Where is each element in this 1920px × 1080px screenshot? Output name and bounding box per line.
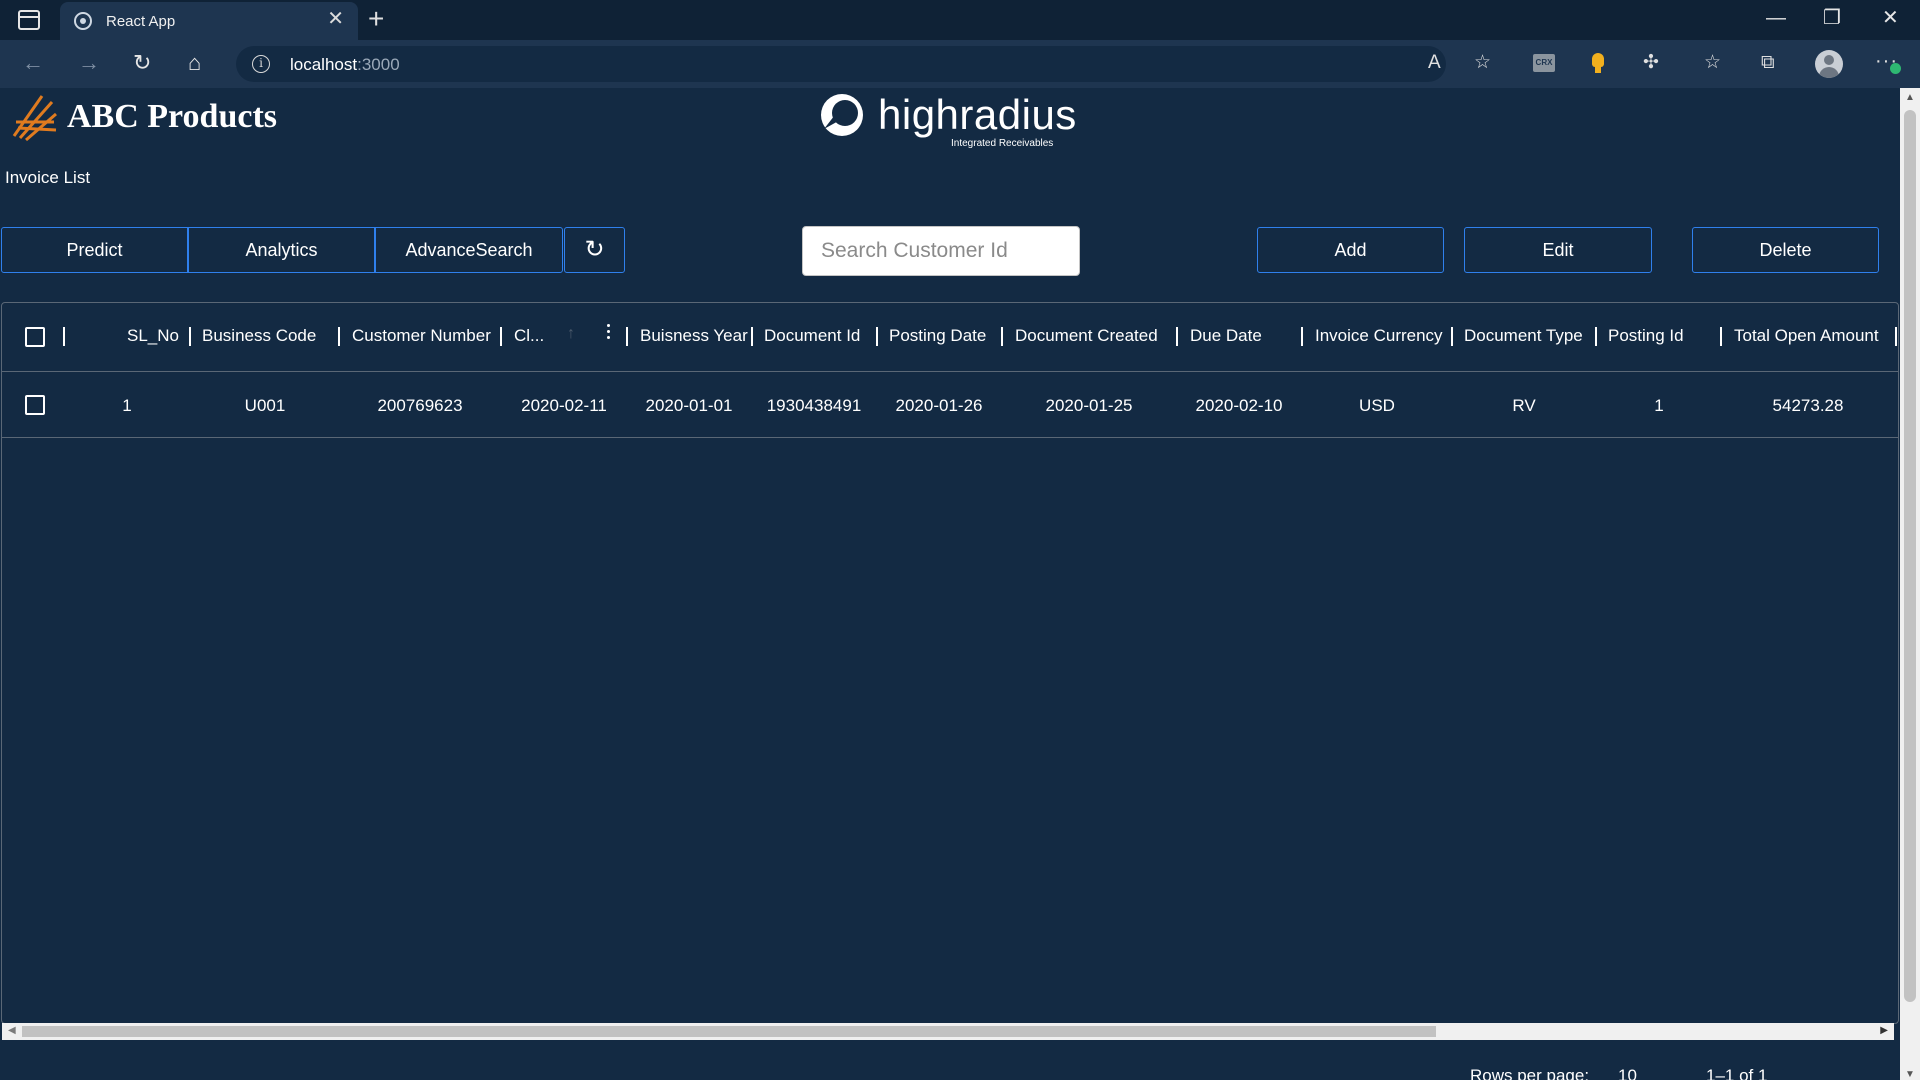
column-separator[interactable] [1451,327,1453,346]
reload-icon[interactable]: ↻ [133,50,151,76]
column-separator[interactable] [626,327,628,346]
add-button[interactable]: Add [1257,227,1444,273]
close-tab-icon[interactable]: ✕ [327,9,344,29]
cell-due-date: 2020-02-10 [1195,396,1283,415]
column-separator[interactable] [189,327,191,346]
back-icon[interactable]: ← [22,50,44,76]
cell-document-id: 1930438491 [766,396,862,415]
tab-title: React App [106,13,176,30]
column-header-clear-date[interactable]: Cl... [514,326,544,346]
delete-button[interactable]: Delete [1692,227,1879,273]
cell-customer-number: 200769623 [377,396,463,415]
vertical-scrollbar[interactable]: ▲ ▼ [1900,88,1920,1080]
rows-per-page-label: Rows per page: [1470,1066,1590,1080]
column-header-business-code[interactable]: Business Code [202,326,316,346]
refresh-icon: ↻ [584,236,605,263]
address-bar[interactable]: i localhost:3000 [236,46,1446,82]
column-header-customer-number[interactable]: Customer Number [352,326,491,346]
column-separator[interactable] [1895,327,1897,346]
extensions-puzzle-icon[interactable]: ✣ [1643,51,1659,75]
update-badge-icon [1890,63,1901,74]
cell-total-open-amount: 54273.28 [1772,396,1844,415]
column-header-document-type[interactable]: Document Type [1464,326,1583,346]
home-icon[interactable]: ⌂ [188,50,201,76]
column-header-document-id[interactable]: Document Id [764,326,860,346]
invoice-grid: SL_No Business Code Customer Number Cl..… [1,302,1899,1024]
scroll-up-icon[interactable]: ▲ [1905,92,1915,103]
rows-per-page-select[interactable]: 10 [1618,1066,1637,1080]
column-separator[interactable] [1301,327,1303,346]
tab-actions-icon[interactable] [18,10,40,30]
favorite-add-icon[interactable]: ☆ [1474,51,1491,75]
cell-clear-date: 2020-02-11 [521,396,607,415]
column-header-sl-no[interactable]: SL_No [127,326,179,346]
browser-titlebar: React App ✕ + — ❐ ✕ [0,0,1920,40]
read-aloud-icon[interactable]: A [1428,51,1441,75]
column-separator[interactable] [63,327,65,346]
browser-toolbar: ← → ↻ ⌂ i localhost:3000 A ☆ CRX ✣ ☆ ⧉ ·… [0,40,1920,88]
minimize-icon[interactable]: — [1766,6,1786,30]
pagination-range: 1–1 of 1 [1706,1066,1768,1080]
row-checkbox[interactable] [25,395,45,415]
column-header-total-open-amount[interactable]: Total Open Amount [1734,326,1879,346]
profile-avatar[interactable] [1815,50,1843,78]
crx-extension-icon[interactable]: CRX [1533,54,1555,72]
search-customer-input[interactable] [802,226,1080,276]
column-header-invoice-currency[interactable]: Invoice Currency [1315,326,1443,346]
brand-name: ABC Products [67,98,277,135]
page-title: Invoice List [5,168,91,187]
column-header-posting-id[interactable]: Posting Id [1608,326,1684,346]
vertical-scroll-thumb[interactable] [1904,110,1916,1002]
edit-button[interactable]: Edit [1464,227,1652,273]
table-row[interactable]: 1 U001 200769623 2020-02-11 2020-01-01 1… [2,372,1898,438]
sort-arrow-icon[interactable]: ↑ [567,325,575,343]
partner-wordmark: highradius [878,91,1077,138]
collections-icon[interactable]: ⧉ [1761,51,1775,75]
new-tab-icon[interactable]: + [368,4,384,34]
column-separator[interactable] [500,327,502,346]
advance-search-button[interactable]: AdvanceSearch [375,227,563,273]
column-header-due-date[interactable]: Due Date [1190,326,1262,346]
column-separator[interactable] [1720,327,1722,346]
address-url: localhost:3000 [290,55,400,74]
extension-bulb-icon[interactable] [1592,53,1604,73]
horizontal-scroll-thumb[interactable] [22,1026,1436,1037]
abc-logo-icon [12,95,57,142]
browser-tab[interactable]: React App ✕ [60,2,358,40]
site-info-icon[interactable]: i [252,55,270,73]
column-separator[interactable] [1001,327,1003,346]
column-separator[interactable] [338,327,340,346]
react-favicon-icon [74,12,92,30]
partner-tagline: Integrated Receivables [951,138,1054,149]
restore-icon[interactable]: ❐ [1823,6,1841,30]
favorites-icon[interactable]: ☆ [1704,51,1721,75]
cell-business-year: 2020-01-01 [645,396,733,415]
column-separator[interactable] [1595,327,1597,346]
select-all-checkbox[interactable] [25,327,45,347]
column-separator[interactable] [1176,327,1178,346]
scroll-right-icon[interactable]: ▶ [1880,1025,1888,1036]
cell-business-code: U001 [244,396,286,415]
column-header-posting-date[interactable]: Posting Date [889,326,986,346]
column-header-business-year[interactable]: Buisness Year [640,326,748,346]
forward-icon[interactable]: → [78,50,100,76]
close-window-icon[interactable]: ✕ [1882,6,1899,30]
column-separator[interactable] [876,327,878,346]
cell-posting-date: 2020-01-26 [895,396,983,415]
cell-posting-id: 1 [1654,396,1664,415]
column-header-document-created[interactable]: Document Created [1015,326,1158,346]
predict-button[interactable]: Predict [1,227,188,273]
cell-document-type: RV [1512,396,1536,415]
cell-sl-no: 1 [122,396,132,415]
cell-document-created: 2020-01-25 [1045,396,1133,415]
column-separator[interactable] [751,327,753,346]
grid-header-row: SL_No Business Code Customer Number Cl..… [2,303,1898,372]
refresh-button[interactable]: ↻ [564,227,625,273]
scroll-down-icon[interactable]: ▼ [1905,1069,1915,1080]
cell-invoice-currency: USD [1359,396,1395,415]
analytics-button[interactable]: Analytics [188,227,375,273]
scroll-left-icon[interactable]: ◀ [8,1025,16,1036]
horizontal-scrollbar[interactable]: ◀ ▶ [2,1023,1894,1040]
column-menu-icon[interactable] [605,324,611,342]
